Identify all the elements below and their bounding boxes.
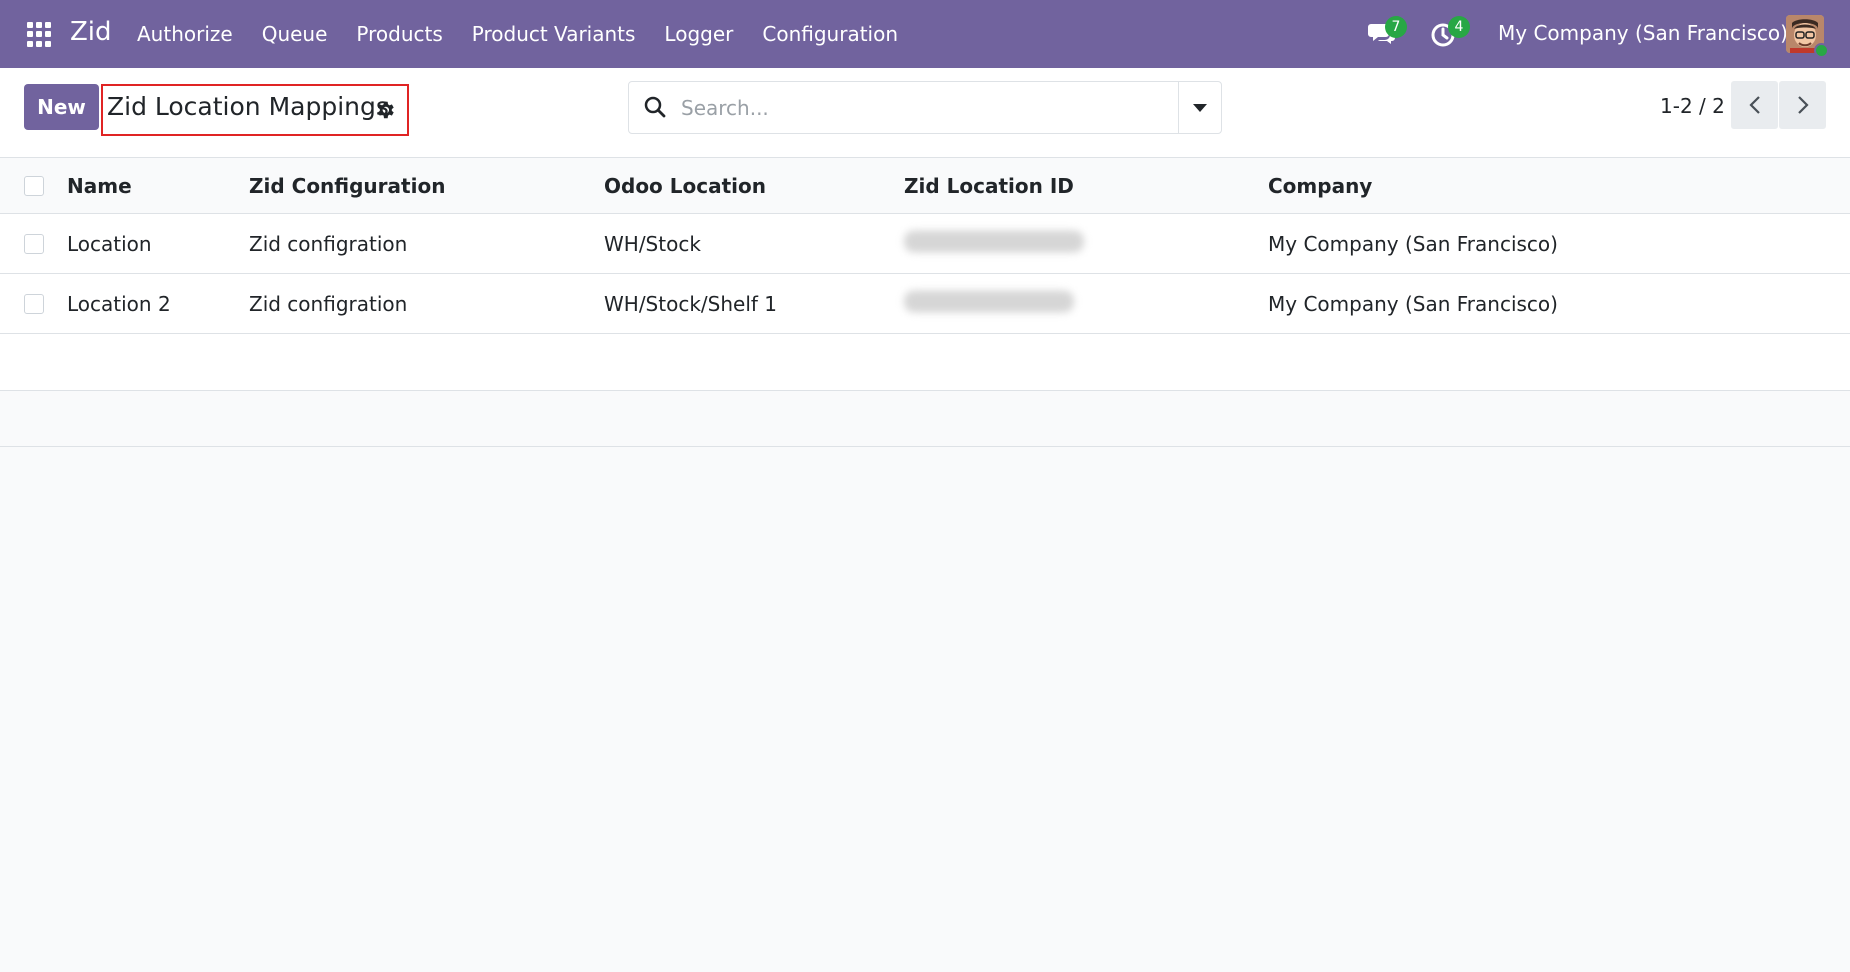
- online-status-dot: [1814, 43, 1829, 58]
- table-row[interactable]: Location 2 Zid configration WH/Stock/She…: [0, 274, 1850, 334]
- caret-down-icon: [1193, 103, 1207, 112]
- table-row[interactable]: Location Zid configration WH/Stock My Co…: [0, 214, 1850, 274]
- table-footer: [0, 391, 1850, 447]
- top-navbar: Zid Authorize Queue Products Product Var…: [0, 0, 1850, 68]
- page-title: Zid Location Mappings: [107, 92, 389, 121]
- avatar[interactable]: [1786, 15, 1829, 58]
- chevron-left-icon: [1748, 96, 1760, 114]
- search-icon: [644, 96, 666, 118]
- pager-value[interactable]: 1-2 / 2: [1660, 94, 1725, 118]
- row-checkbox[interactable]: [24, 233, 44, 254]
- apps-grid-icon[interactable]: [27, 22, 52, 47]
- column-header-zid-location-id[interactable]: Zid Location ID: [904, 174, 1074, 198]
- column-header-company[interactable]: Company: [1268, 174, 1372, 198]
- gear-icon[interactable]: [374, 99, 396, 121]
- messages-badge: 7: [1385, 16, 1407, 38]
- redacted-value: [904, 290, 1074, 312]
- breadcrumb: Zid Location Mappings: [101, 84, 409, 136]
- menu-item-configuration[interactable]: Configuration: [762, 22, 898, 46]
- redacted-value: [904, 230, 1084, 252]
- cell-name: Location: [67, 231, 152, 256]
- list-view: Name Zid Configuration Odoo Location Zid…: [0, 158, 1850, 447]
- cell-odoo-location: WH/Stock: [604, 231, 701, 256]
- search-input[interactable]: [681, 92, 1161, 124]
- app-brand[interactable]: Zid: [70, 17, 112, 47]
- row-checkbox[interactable]: [24, 293, 44, 314]
- column-header-zid-configuration[interactable]: Zid Configuration: [249, 174, 445, 198]
- cell-name: Location 2: [67, 291, 171, 316]
- cell-zid-location-id: [904, 290, 1074, 317]
- cell-odoo-location: WH/Stock/Shelf 1: [604, 291, 777, 316]
- cell-zid-configuration: Zid configration: [249, 231, 408, 256]
- main-menu: Authorize Queue Products Product Variant…: [137, 0, 927, 68]
- menu-item-product-variants[interactable]: Product Variants: [472, 22, 636, 46]
- new-button[interactable]: New: [24, 84, 99, 130]
- chevron-right-icon: [1797, 96, 1809, 114]
- menu-item-authorize[interactable]: Authorize: [137, 22, 233, 46]
- pager-previous-button[interactable]: [1731, 81, 1778, 129]
- cell-zid-location-id: [904, 230, 1084, 257]
- activities-badge: 4: [1448, 16, 1470, 38]
- empty-row: [0, 334, 1850, 391]
- menu-item-logger[interactable]: Logger: [664, 22, 733, 46]
- select-all-checkbox[interactable]: [24, 175, 44, 196]
- column-header-odoo-location[interactable]: Odoo Location: [604, 174, 766, 198]
- messages-button[interactable]: 7: [1367, 16, 1407, 48]
- menu-item-products[interactable]: Products: [356, 22, 442, 46]
- menu-item-queue[interactable]: Queue: [262, 22, 328, 46]
- search-bar: [628, 81, 1222, 134]
- cell-zid-configuration: Zid configration: [249, 291, 408, 316]
- control-panel: New Zid Location Mappings 1-2 / 2: [0, 68, 1850, 158]
- cell-company: My Company (San Francisco): [1268, 231, 1558, 256]
- pager-next-button[interactable]: [1779, 81, 1826, 129]
- activities-button[interactable]: 4: [1430, 16, 1470, 48]
- column-header-name[interactable]: Name: [67, 174, 132, 198]
- table-header: Name Zid Configuration Odoo Location Zid…: [0, 158, 1850, 214]
- company-switcher[interactable]: My Company (San Francisco): [1498, 21, 1788, 45]
- search-options-toggle[interactable]: [1178, 82, 1221, 133]
- cell-company: My Company (San Francisco): [1268, 291, 1558, 316]
